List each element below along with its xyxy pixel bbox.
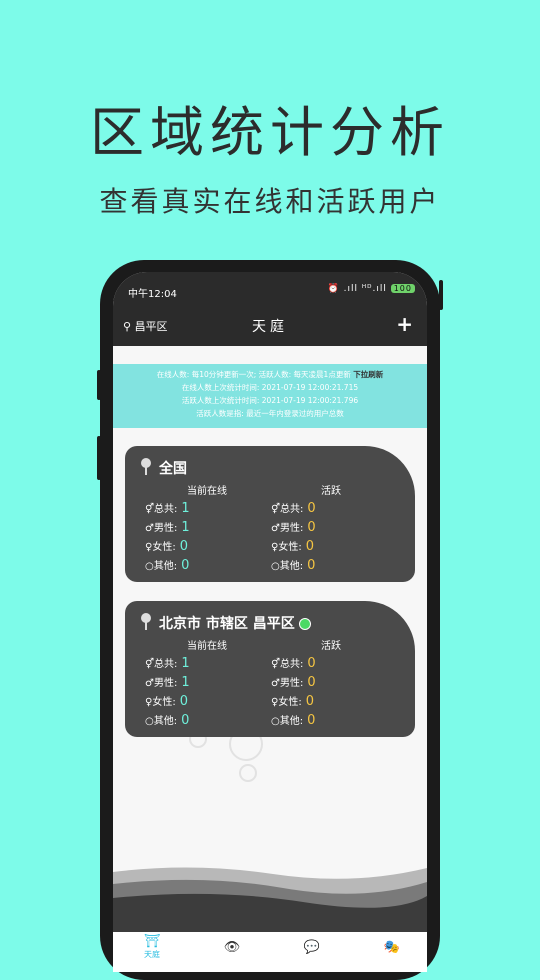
active-other: ○其他: 0 bbox=[271, 713, 316, 728]
pavilion-icon: ⛩ bbox=[143, 934, 161, 949]
phone-screen: 中午12:04 ⏰ .ıll ᴴᴰ.ıll 100 ⚲ 昌平区 天庭 + 在线人… bbox=[113, 272, 427, 972]
online-header: 当前在线 bbox=[187, 641, 227, 652]
tab-chat[interactable]: 💬 bbox=[297, 940, 327, 955]
info-line-1: 在线人数: 每10分钟更新一次; 活跃人数: 每天凌晨1点更新 bbox=[156, 370, 351, 379]
side-button bbox=[97, 436, 101, 480]
mask-icon: 🎭 bbox=[383, 940, 401, 955]
region-card-local[interactable]: 北京市 市辖区 昌平区 当前在线 活跃 ⚥总共: 1 ♂男性: 1 ♀女性: 0 ○其… bbox=[125, 601, 415, 737]
tab-profile[interactable]: 🎭 bbox=[377, 940, 407, 955]
online-header: 当前在线 bbox=[187, 486, 227, 497]
subheadline: 查看真实在线和活跃用户 bbox=[99, 185, 441, 218]
mountain-wave-decoration bbox=[113, 867, 427, 932]
info-banner: 在线人数: 每10分钟更新一次; 活跃人数: 每天凌晨1点更新 下拉刷新 在线人… bbox=[113, 364, 427, 428]
info-line-3: 活跃人数上次统计时间: 2021-07-19 12:00:21.796 bbox=[181, 396, 359, 405]
bottom-tab-bar: ⛩ 天庭 👁 💬 🎭 bbox=[113, 932, 427, 972]
bubble-decoration bbox=[239, 764, 257, 782]
region-name: 全国 bbox=[159, 461, 187, 477]
active-male: ♂男性: 0 bbox=[271, 520, 316, 535]
status-icons: ⏰ .ıll ᴴᴰ.ıll 100 bbox=[328, 284, 415, 294]
headline: 区域统计分析 bbox=[90, 101, 450, 164]
chat-icon: 💬 bbox=[303, 940, 321, 955]
active-total: ⚥总共: 0 bbox=[271, 501, 316, 516]
signal-icon: ⏰ .ıll ᴴᴰ.ıll bbox=[327, 284, 391, 294]
active-header: 活跃 bbox=[321, 486, 341, 497]
active-other: ○其他: 0 bbox=[271, 558, 316, 573]
online-total: ⚥总共: 1 bbox=[145, 656, 190, 671]
phone-frame: 中午12:04 ⏰ .ıll ᴴᴰ.ıll 100 ⚲ 昌平区 天庭 + 在线人… bbox=[97, 260, 443, 980]
online-male: ♂男性: 1 bbox=[145, 520, 190, 535]
online-female: ♀女性: 0 bbox=[145, 694, 188, 709]
status-time: 中午12:04 bbox=[128, 289, 177, 300]
page-title: 天庭 bbox=[252, 319, 288, 335]
info-line-2: 在线人数上次统计时间: 2021-07-19 12:00:21.715 bbox=[181, 383, 359, 392]
online-status-dot bbox=[298, 618, 311, 630]
online-female: ♀女性: 0 bbox=[145, 539, 188, 554]
online-male: ♂男性: 1 bbox=[145, 675, 190, 690]
battery-icon: 100 bbox=[390, 284, 415, 293]
active-male: ♂男性: 0 bbox=[271, 675, 316, 690]
status-bar: 中午12:04 ⏰ .ıll ᴴᴰ.ıll 100 bbox=[113, 272, 427, 306]
pull-refresh-hint: 下拉刷新 bbox=[353, 370, 384, 379]
active-female: ♀女性: 0 bbox=[271, 539, 314, 554]
info-line-4: 活跃人数是指: 最近一年内登录过的用户总数 bbox=[196, 409, 344, 418]
online-other: ○其他: 0 bbox=[145, 713, 190, 728]
region-card-national[interactable]: 全国 当前在线 活跃 ⚥总共: 1 ♂男性: 1 ♀女性: 0 ○其他: 0 ⚥总共: 0… bbox=[125, 446, 415, 582]
volume-button bbox=[97, 370, 101, 400]
eye-icon: 👁 bbox=[223, 940, 241, 955]
active-female: ♀女性: 0 bbox=[271, 694, 314, 709]
online-other: ○其他: 0 bbox=[145, 558, 190, 573]
add-button[interactable]: + bbox=[396, 312, 413, 336]
active-total: ⚥总共: 0 bbox=[271, 656, 316, 671]
active-header: 活跃 bbox=[321, 641, 341, 652]
tab-watch[interactable]: 👁 bbox=[217, 940, 247, 955]
power-button bbox=[439, 280, 443, 310]
tab-home[interactable]: ⛩ 天庭 bbox=[137, 934, 167, 960]
online-total: ⚥总共: 1 bbox=[145, 501, 190, 516]
region-name: 北京市 市辖区 昌平区 bbox=[159, 613, 311, 633]
app-bar: ⚲ 昌平区 天庭 + bbox=[113, 306, 427, 346]
